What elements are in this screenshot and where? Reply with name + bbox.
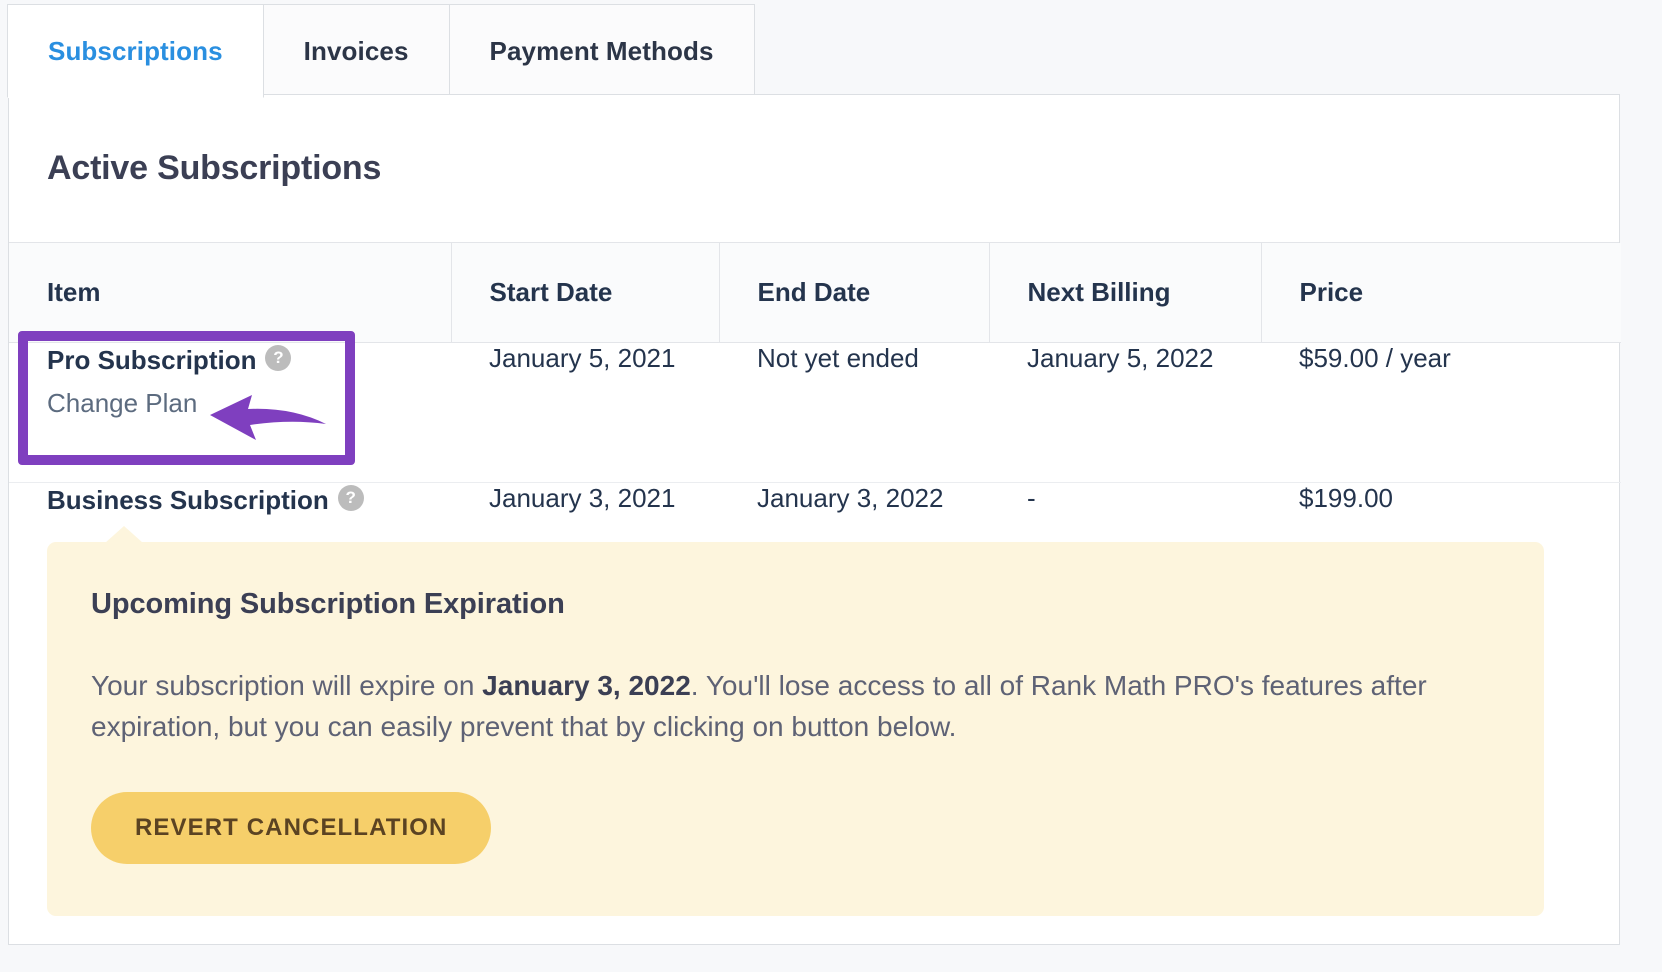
cell-price-pro: $59.00 / year	[1261, 342, 1621, 483]
billing-page: Subscriptions Invoices Payment Methods A…	[0, 0, 1662, 972]
cell-start-date-pro: January 5, 2021	[451, 342, 719, 483]
expiration-notice: Upcoming Subscription Expiration Your su…	[47, 526, 1544, 916]
table-row: Pro Subscription? Change Plan January 5,…	[9, 342, 1621, 483]
tab-subscriptions[interactable]: Subscriptions	[7, 4, 264, 98]
column-header-next-billing: Next Billing	[989, 243, 1262, 343]
subscription-name-pro: Pro Subscription	[47, 344, 257, 375]
cell-start-date-business: January 3, 2021	[489, 483, 676, 513]
cell-next-billing-business: -	[1027, 483, 1036, 513]
notice-body-before: Your subscription will expire on	[91, 670, 483, 701]
notice-body: Your subscription will expire on January…	[91, 665, 1491, 748]
help-icon[interactable]: ?	[337, 485, 364, 512]
cell-end-date-pro: Not yet ended	[719, 342, 989, 483]
cell-item-pro: Pro Subscription? Change Plan	[9, 342, 451, 483]
subscriptions-card: Active Subscriptions Item Start Date End…	[8, 94, 1621, 945]
cell-price-business: $199.00	[1299, 483, 1393, 513]
column-header-price: Price	[1261, 243, 1621, 343]
table-row: Business Subscription? January 3, 2021 J…	[9, 483, 1621, 545]
subscriptions-table: Item Start Date End Date Next Billing Pr…	[9, 243, 1621, 545]
column-header-start-date: Start Date	[451, 243, 720, 343]
table-header-row: Item Start Date End Date Next Billing Pr…	[9, 243, 1621, 343]
notice-title: Upcoming Subscription Expiration	[91, 588, 565, 620]
card-header: Active Subscriptions	[9, 95, 1619, 243]
tab-payment-methods[interactable]: Payment Methods	[448, 4, 755, 98]
table-body: Pro Subscription? Change Plan January 5,…	[9, 342, 1621, 545]
cell-end-date-business: January 3, 2022	[757, 483, 944, 513]
cell-next-billing-pro: January 5, 2022	[989, 342, 1261, 483]
subscription-name-business: Business Subscription	[47, 484, 329, 515]
revert-cancellation-button[interactable]: REVERT CANCELLATION	[91, 791, 492, 864]
tab-invoices[interactable]: Invoices	[262, 4, 450, 98]
page-title: Active Subscriptions	[47, 149, 382, 187]
change-plan-link[interactable]: Change Plan	[47, 388, 197, 419]
notice-caret-icon	[105, 526, 143, 543]
help-icon[interactable]: ?	[265, 345, 292, 372]
column-header-end-date: End Date	[719, 243, 990, 343]
notice-expiry-date: January 3, 2022	[482, 670, 691, 701]
cell-item-business: Business Subscription?	[9, 483, 451, 545]
tab-bar: Subscriptions Invoices Payment Methods	[7, 2, 755, 98]
column-header-item: Item	[9, 243, 452, 343]
expiration-notice-wrapper: Upcoming Subscription Expiration Your su…	[47, 526, 1544, 916]
table-header: Item Start Date End Date Next Billing Pr…	[9, 243, 1621, 343]
